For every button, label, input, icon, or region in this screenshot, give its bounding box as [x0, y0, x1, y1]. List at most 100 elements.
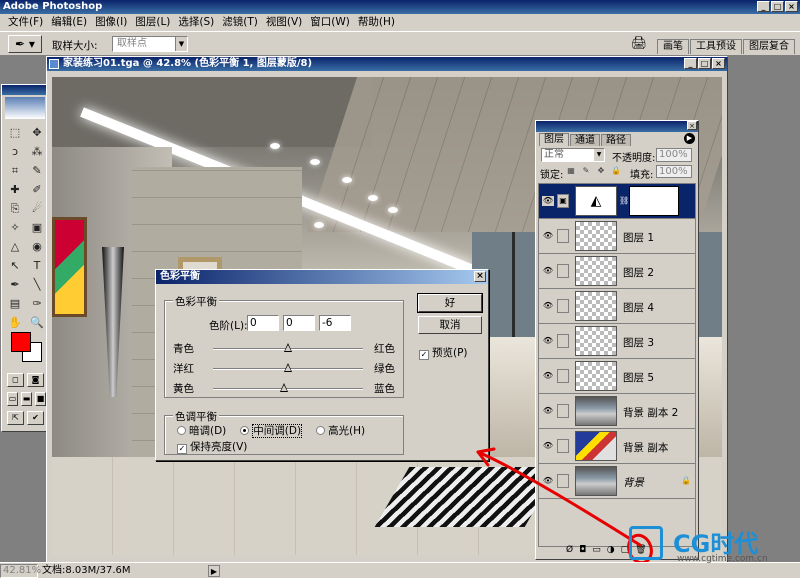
layer-row-background-copy[interactable]: 👁 背景 副本 [539, 429, 695, 464]
photoshop-feather-logo[interactable] [5, 97, 45, 119]
eraser-tool-icon[interactable]: ✧ [5, 219, 25, 236]
minimize-button[interactable]: _ [757, 1, 770, 12]
eyedropper-tool-preset-picker[interactable]: ✒ ▾ [8, 35, 42, 53]
healing-brush-tool-icon[interactable]: ✚ [5, 181, 25, 198]
link-cell[interactable] [557, 439, 569, 453]
add-mask-icon[interactable]: ◘ [579, 545, 586, 557]
full-screen-menu-mode-icon[interactable]: ▬ [21, 392, 32, 406]
preview-checkbox[interactable]: ✓ 预览(P) [419, 345, 468, 360]
eye-icon[interactable]: 👁 [542, 371, 554, 381]
menu-help[interactable]: 帮助(H) [354, 14, 399, 31]
layer-row-background[interactable]: 👁 背景 🔒 [539, 464, 695, 499]
sample-size-select[interactable]: 取样点 ▼ [112, 36, 188, 52]
lock-all-icon[interactable]: 🔒 [611, 166, 621, 176]
standard-mode-icon[interactable]: ◻ [7, 373, 24, 387]
dodge-tool-icon[interactable]: ◉ [27, 238, 47, 255]
lock-image-icon[interactable]: ✎ [581, 166, 591, 176]
link-cell[interactable] [557, 264, 569, 278]
menu-file[interactable]: 文件(F) [4, 14, 47, 31]
document-maximize-button[interactable]: □ [698, 58, 711, 69]
eyedropper-tool-icon[interactable]: ✑ [27, 295, 47, 312]
ok-button[interactable]: 好 [417, 293, 483, 313]
cyan-red-slider-thumb[interactable] [284, 343, 292, 352]
document-title-bar[interactable]: 家装练习01.tga @ 42.8% (色彩平衡 1, 图层蒙版/8) _ □ … [47, 57, 727, 71]
tab-channels[interactable]: 通道 [570, 134, 600, 146]
history-brush-tool-icon[interactable]: ☄ [27, 200, 47, 217]
preserve-luminosity-checkbox[interactable]: ✓ 保持亮度(V) [177, 439, 247, 454]
menu-image[interactable]: 图像(I) [91, 14, 131, 31]
gradient-tool-icon[interactable]: ▣ [27, 219, 47, 236]
file-browser-icon[interactable]: 🖨 [630, 36, 648, 52]
eye-icon[interactable]: 👁 [542, 336, 554, 346]
check-icon[interactable]: ✔ [27, 411, 44, 425]
status-menu-arrow-icon[interactable]: ▶ [208, 565, 220, 577]
levels-yellow-blue-input[interactable]: -6 [319, 315, 351, 331]
path-selection-tool-icon[interactable]: ↖ [5, 257, 25, 274]
crop-tool-icon[interactable]: ⌗ [5, 162, 25, 179]
menu-view[interactable]: 视图(V) [262, 14, 306, 31]
layer-style-icon[interactable]: Ø [566, 545, 573, 557]
lasso-tool-icon[interactable]: ↄ [5, 143, 25, 160]
zoom-level-input[interactable]: 42.81% [0, 564, 41, 578]
move-tool-icon[interactable]: ✥ [27, 124, 47, 141]
palette-well-tab-layer-comps[interactable]: 图层复合 [743, 39, 795, 54]
layer-row-2[interactable]: 👁 图层 2 [539, 254, 695, 289]
fill-input[interactable]: 100% [656, 165, 692, 178]
slice-tool-icon[interactable]: ✎ [27, 162, 47, 179]
eye-icon[interactable]: 👁 [542, 441, 554, 451]
link-cell[interactable] [557, 229, 569, 243]
layers-palette-title-bar[interactable]: × [536, 121, 698, 132]
menu-layer[interactable]: 图层(L) [131, 14, 174, 31]
line-tool-icon[interactable]: ╲ [27, 276, 47, 293]
notes-tool-icon[interactable]: ▤ [5, 295, 25, 312]
yellow-blue-slider[interactable] [213, 383, 363, 392]
new-set-icon[interactable]: ▭ [592, 545, 601, 557]
eye-icon[interactable]: 👁 [542, 301, 554, 311]
brush-tool-icon[interactable]: ✐ [27, 181, 47, 198]
clone-stamp-tool-icon[interactable]: ⎘ [5, 200, 25, 217]
maximize-button[interactable]: □ [771, 1, 784, 12]
blur-tool-icon[interactable]: △ [5, 238, 25, 255]
layer-row-1[interactable]: 👁 图层 1 [539, 219, 695, 254]
layer-row-5[interactable]: 👁 图层 5 [539, 359, 695, 394]
palette-menu-arrow-icon[interactable]: ▶ [684, 133, 695, 144]
link-cell[interactable] [557, 369, 569, 383]
layer-row-color-balance[interactable]: 👁 ▣ ◭ ⛓ [539, 184, 695, 219]
magenta-green-slider[interactable] [213, 363, 363, 372]
marquee-tool-icon[interactable]: ⬚ [5, 124, 25, 141]
close-button[interactable]: × [785, 1, 798, 12]
eye-icon[interactable]: 👁 [542, 196, 554, 206]
zoom-tool-icon[interactable]: 🔍 [27, 314, 47, 331]
palette-well-tab-brushes[interactable]: 画笔 [657, 39, 689, 54]
tab-paths[interactable]: 路径 [601, 134, 631, 146]
cyan-red-slider[interactable] [213, 343, 363, 352]
yellow-blue-slider-thumb[interactable] [279, 383, 288, 392]
lock-position-icon[interactable]: ✥ [596, 166, 606, 176]
document-close-button[interactable]: × [712, 58, 725, 69]
standard-screen-mode-icon[interactable]: ▭ [7, 392, 18, 406]
lock-transparency-icon[interactable]: ▦ [566, 166, 576, 176]
type-tool-icon[interactable]: T [27, 257, 47, 274]
dialog-title-bar[interactable]: 色彩平衡 × [156, 270, 488, 284]
foreground-color-swatch[interactable] [11, 332, 31, 352]
menu-window[interactable]: 窗口(W) [306, 14, 354, 31]
menu-select[interactable]: 选择(S) [174, 14, 218, 31]
jump-to-imageready-icon[interactable]: ⇱ [7, 411, 24, 425]
levels-cyan-red-input[interactable]: 0 [247, 315, 279, 331]
layers-palette-close-button[interactable]: × [687, 121, 697, 130]
pen-tool-icon[interactable]: ✒ [5, 276, 25, 293]
full-screen-mode-icon[interactable]: ■ [35, 392, 46, 406]
blend-mode-select[interactable]: 正常 ▼ [541, 148, 605, 162]
midtones-radio[interactable]: 中间调(D) [240, 423, 303, 438]
highlights-radio[interactable]: 高光(H) [316, 423, 365, 438]
eye-icon[interactable]: 👁 [542, 406, 554, 416]
layer-row-4[interactable]: 👁 图层 4 [539, 289, 695, 324]
shadows-radio[interactable]: 暗调(D) [177, 423, 226, 438]
palette-well-tab-tool-presets[interactable]: 工具预设 [690, 39, 742, 54]
layer-row-background-copy-2[interactable]: 👁 背景 副本 2 [539, 394, 695, 429]
document-minimize-button[interactable]: _ [684, 58, 697, 69]
brush-link-icon[interactable]: ▣ [557, 194, 569, 208]
magic-wand-tool-icon[interactable]: ⁂ [27, 143, 47, 160]
menu-edit[interactable]: 编辑(E) [47, 14, 91, 31]
eye-icon[interactable]: 👁 [542, 476, 554, 486]
